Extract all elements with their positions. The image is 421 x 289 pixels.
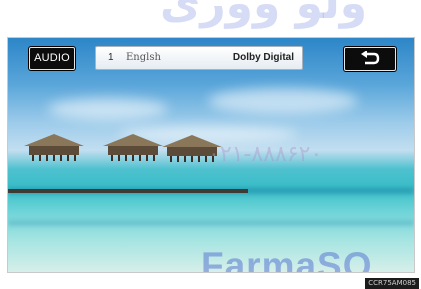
top-bar: AUDIO 1 Englsh Dolby Digital [8, 38, 414, 86]
water-villa [24, 134, 84, 161]
video-screen: AUDIO 1 Englsh Dolby Digital ۰۲۱-۸۸۸۶۲۰ … [7, 37, 415, 273]
audio-codec: Dolby Digital [232, 52, 294, 63]
image-code: CCR75AM085 [365, 278, 419, 289]
cloud [208, 88, 358, 114]
watermark-brand: FarmaSO [201, 245, 373, 273]
watermark-phone: ۰۲۱-۸۸۸۶۲۰ [208, 142, 323, 167]
water-villa [103, 134, 163, 161]
pier [8, 189, 248, 193]
track-number: 1 [108, 52, 114, 63]
back-button[interactable] [344, 47, 396, 71]
cloud [48, 98, 168, 120]
audio-language: Englsh [126, 52, 161, 63]
audio-button[interactable]: AUDIO [29, 47, 75, 70]
return-arrow-icon [361, 51, 380, 65]
audio-info-bar[interactable]: 1 Englsh Dolby Digital [95, 46, 303, 70]
sea-band [8, 220, 414, 226]
watermark-top: ولو ووری [160, 0, 368, 29]
